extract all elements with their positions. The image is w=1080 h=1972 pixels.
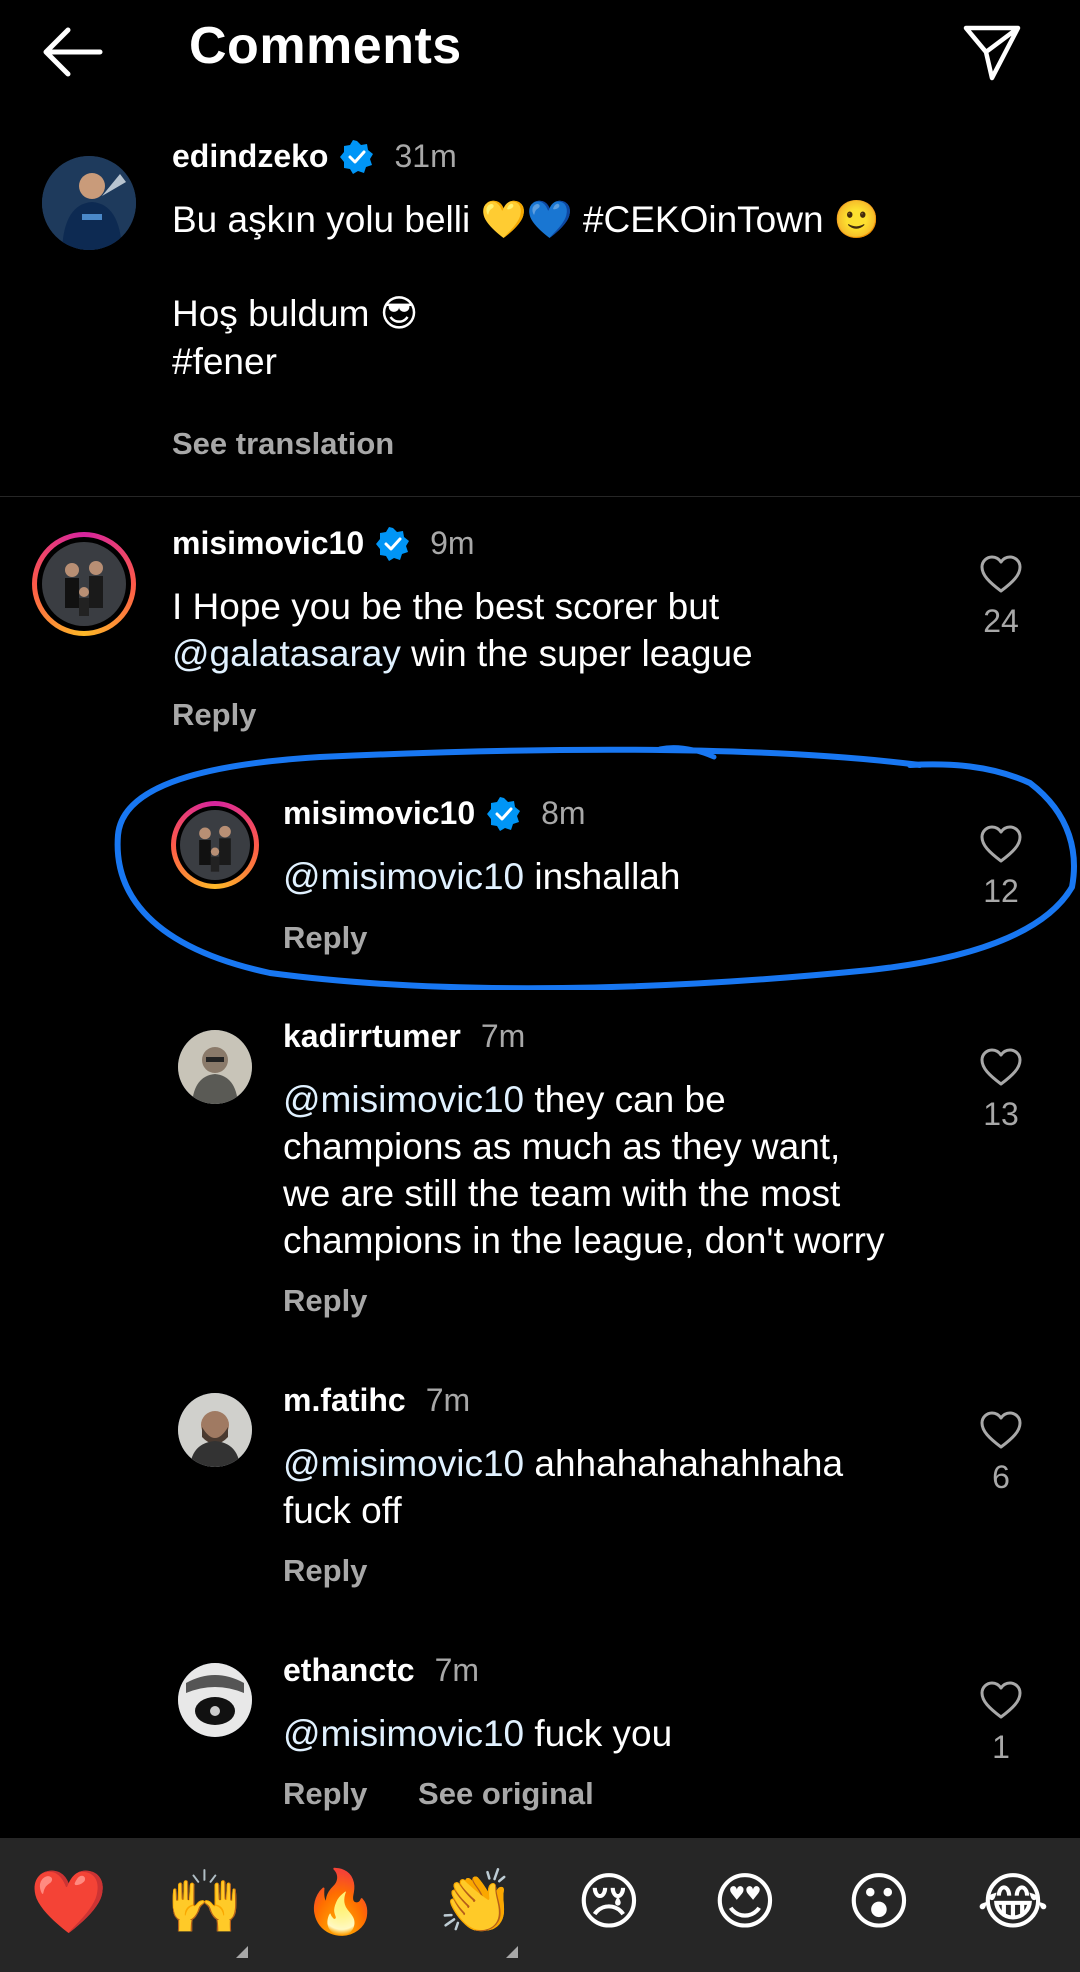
- emoji-fire-button[interactable]: 🔥: [302, 1866, 379, 1940]
- username[interactable]: misimovic10: [283, 795, 475, 832]
- emoji-crying-button[interactable]: 😢: [572, 1866, 646, 1940]
- see-original-link[interactable]: See original: [418, 1776, 594, 1811]
- reply-button[interactable]: Reply: [283, 920, 367, 955]
- username[interactable]: edindzeko: [172, 138, 328, 175]
- like-count: 6: [992, 1459, 1010, 1495]
- emoji-laughing-button[interactable]: 😂: [976, 1866, 1050, 1940]
- emoji-clap-button[interactable]: 👏: [438, 1866, 515, 1940]
- verified-badge-icon: [340, 139, 374, 174]
- emoji-raised-hands-button[interactable]: 🙌: [166, 1866, 243, 1940]
- timestamp: 7m: [434, 1652, 480, 1688]
- caption-line: Bu aşkın yolu belli 💛💙 #CEKOinTown 🙂: [172, 199, 880, 240]
- mention-link[interactable]: @misimovic10: [283, 1713, 524, 1754]
- like-button[interactable]: 24: [971, 554, 1031, 640]
- reply-button[interactable]: Reply: [283, 1283, 367, 1318]
- emoji-heart-eyes-button[interactable]: 😍: [708, 1866, 782, 1940]
- like-button[interactable]: 12: [971, 824, 1031, 910]
- mention-link[interactable]: @galatasaray: [172, 633, 401, 674]
- username[interactable]: misimovic10: [172, 525, 364, 562]
- comment-text-part: fuck you: [524, 1713, 673, 1754]
- emoji-heart-button[interactable]: ❤️: [30, 1866, 107, 1940]
- reply-button[interactable]: Reply: [283, 1776, 367, 1811]
- verified-badge-icon: [376, 526, 410, 561]
- heart-icon: [980, 1411, 1022, 1449]
- like-count: 12: [983, 873, 1019, 909]
- like-button[interactable]: 6: [971, 1410, 1031, 1496]
- comment-text-part: win the super league: [400, 633, 753, 674]
- comment-text: @misimovic10 they can be champions as mu…: [283, 1076, 884, 1264]
- comment-text-part: I Hope you be the best scorer but: [172, 586, 720, 627]
- mention-link[interactable]: @misimovic10: [283, 1079, 524, 1120]
- timestamp: 7m: [480, 1018, 526, 1054]
- page-title: Comments: [189, 17, 462, 75]
- reply-button[interactable]: Reply: [283, 1553, 367, 1588]
- username[interactable]: m.fatihc: [283, 1382, 406, 1419]
- comment-text: @misimovic10 inshallah: [283, 853, 680, 900]
- like-button[interactable]: 1: [971, 1680, 1031, 1766]
- heart-icon: [980, 825, 1022, 863]
- timestamp: 31m: [394, 138, 457, 174]
- like-count: 1: [992, 1729, 1010, 1765]
- skin-tone-indicator-icon: [236, 1946, 248, 1958]
- paper-plane-icon[interactable]: [962, 22, 1022, 82]
- skin-tone-indicator-icon: [506, 1946, 518, 1958]
- like-count: 24: [983, 603, 1019, 639]
- emoji-reaction-bar: ❤️ 🙌 🔥 👏 😢 😍 😮 😂: [0, 1838, 1080, 1972]
- avatar[interactable]: [178, 1030, 252, 1104]
- comment-text: I Hope you be the best scorer but @galat…: [172, 583, 753, 677]
- see-translation-link[interactable]: See translation: [172, 426, 394, 462]
- caption-hashtag[interactable]: #fener: [172, 338, 277, 385]
- verified-badge-icon: [487, 796, 521, 831]
- comment-text: @misimovic10 fuck you: [283, 1710, 672, 1757]
- arrow-left-icon[interactable]: [40, 26, 104, 78]
- heart-icon: [980, 555, 1022, 593]
- avatar[interactable]: [171, 801, 259, 889]
- reply-button[interactable]: Reply: [172, 697, 256, 732]
- username[interactable]: kadirrtumer: [283, 1018, 461, 1055]
- comment-text-part: inshallah: [524, 856, 681, 897]
- avatar[interactable]: [42, 156, 136, 250]
- comment-text: @misimovic10 ahhahahahahhaha fuck off: [283, 1440, 843, 1534]
- username[interactable]: ethanctc: [283, 1652, 415, 1689]
- avatar[interactable]: [178, 1663, 252, 1737]
- heart-icon: [980, 1681, 1022, 1719]
- divider: [0, 496, 1080, 497]
- heart-icon: [980, 1048, 1022, 1086]
- avatar[interactable]: [178, 1393, 252, 1467]
- timestamp: 8m: [541, 795, 586, 831]
- timestamp: 7m: [425, 1382, 471, 1418]
- timestamp: 9m: [430, 525, 475, 561]
- caption-line: Hoş buldum 😎: [172, 293, 419, 334]
- like-count: 13: [983, 1096, 1019, 1132]
- like-button[interactable]: 13: [971, 1047, 1031, 1133]
- mention-link[interactable]: @misimovic10: [283, 1443, 524, 1484]
- header-bar: Comments: [0, 0, 1080, 104]
- avatar[interactable]: [32, 532, 136, 636]
- emoji-surprised-button[interactable]: 😮: [842, 1866, 916, 1940]
- mention-link[interactable]: @misimovic10: [283, 856, 524, 897]
